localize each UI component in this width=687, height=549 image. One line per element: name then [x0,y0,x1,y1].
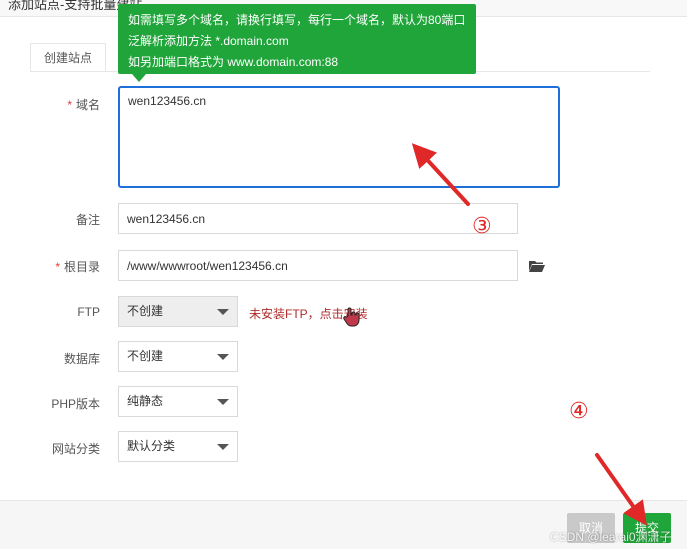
required-mark: * [67,98,72,112]
tab-create-site[interactable]: 创建站点 [30,43,106,71]
required-mark: * [55,260,60,274]
chevron-down-icon [217,309,229,315]
root-dir-label: * 根目录 [55,260,100,274]
tooltip-pointer [132,74,146,82]
php-version-select-value: 纯静态 [127,394,164,408]
chevron-down-icon [217,399,229,405]
database-label: 数据库 [63,352,100,366]
root-dir-input[interactable] [118,250,518,281]
category-select-value: 默认分类 [127,439,176,453]
chevron-down-icon [217,444,229,450]
domain-help-tooltip: 如需填写多个域名，请换行填写，每行一个域名，默认为80端口 泛解析添加方法 *.… [118,4,476,82]
category-label: 网站分类 [51,442,100,456]
php-version-select[interactable]: 纯静态 [118,386,238,417]
ftp-select-value: 不创建 [127,304,164,318]
remark-label: 备注 [75,213,100,227]
tooltip-line: 如另加端口格式为 www.domain.com:88 [128,55,339,69]
ftp-select[interactable]: 不创建 [118,296,238,327]
hand-cursor-icon [343,307,360,327]
database-select[interactable]: 不创建 [118,341,238,372]
category-select[interactable]: 默认分类 [118,431,238,462]
watermark: CSDN @learai0渊潇子 [550,530,672,544]
domain-textarea[interactable]: wen123456.cn [118,86,560,188]
database-select-value: 不创建 [127,349,164,363]
tooltip-line: 泛解析添加方法 *.domain.com [128,34,289,48]
folder-icon[interactable] [529,260,545,272]
tooltip-line: 如需填写多个域名，请换行填写，每行一个域名，默认为80端口 [128,13,466,27]
step-3-annotation: ③ [472,213,492,238]
step-4-annotation: ④ [569,398,589,423]
domain-label: * 域名 [67,98,100,112]
php-version-label: PHP版本 [51,397,100,411]
remark-input[interactable] [118,203,518,234]
chevron-down-icon [217,354,229,360]
ftp-label: FTP [77,305,100,319]
